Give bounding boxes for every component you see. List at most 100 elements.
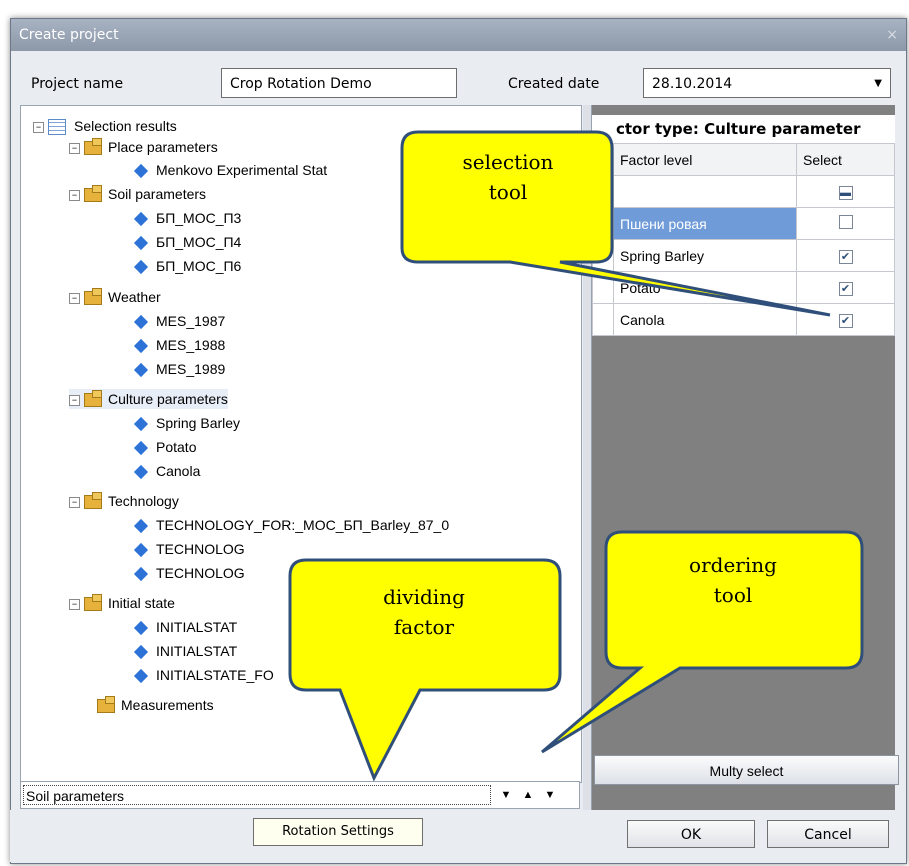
- collapse-icon[interactable]: −: [69, 496, 80, 508]
- tree-leaf[interactable]: INITIALSTAT: [133, 641, 237, 661]
- row-indicator: [592, 271, 614, 304]
- select-checkbox[interactable]: ✔: [838, 250, 853, 264]
- factor-level-cell[interactable]: Пшени ровая: [613, 207, 797, 240]
- move-up-icon[interactable]: ▲: [519, 785, 537, 805]
- collapse-icon[interactable]: −: [69, 292, 80, 304]
- table-row[interactable]: ◢ Пшени ровая: [592, 207, 895, 240]
- select-checkbox[interactable]: [838, 215, 853, 229]
- table-row[interactable]: Spring Barley ✔: [592, 239, 895, 272]
- folder-icon: [84, 594, 102, 612]
- factor-level-cell[interactable]: Spring Barley: [613, 239, 797, 272]
- select-checkbox[interactable]: ✔: [838, 282, 853, 296]
- tree-leaf[interactable]: TECHNOLOG: [133, 563, 245, 583]
- tree-leaf-label: MES_1989: [156, 361, 226, 377]
- close-icon[interactable]: ×: [886, 19, 898, 51]
- parameter-icon: [133, 567, 149, 582]
- chevron-down-icon[interactable]: ▼: [874, 69, 882, 99]
- tree-leaf-label: TECHNOLOGY_FOR:_МОС_БП_Barley_87_0: [156, 517, 450, 533]
- tree-node-measurements[interactable]: Measurements: [97, 695, 214, 715]
- tree-leaf[interactable]: Canola: [133, 461, 200, 481]
- select-checkbox[interactable]: ✔: [838, 314, 853, 328]
- tree-root-label: Selection results: [74, 118, 177, 134]
- parameter-icon: [133, 164, 149, 179]
- tree-leaf[interactable]: Spring Barley: [133, 413, 240, 433]
- tree-node-soil[interactable]: − Soil parameters: [69, 184, 206, 204]
- dividing-factor-bar: Soil parameters ▼ ▲ ▼: [20, 781, 580, 809]
- parameter-icon: [133, 236, 149, 251]
- tree-leaf-label: MES_1987: [156, 313, 226, 329]
- tree-leaf[interactable]: MES_1988: [133, 335, 225, 355]
- select-all-checkbox[interactable]: ▬: [838, 186, 853, 200]
- folder-icon: [84, 185, 102, 203]
- tree-node-technology[interactable]: − Technology: [69, 491, 179, 511]
- tree-leaf[interactable]: БП_МОС_П6: [133, 256, 241, 276]
- factor-level-cell[interactable]: Potato: [613, 271, 797, 304]
- folder-icon: [84, 390, 102, 408]
- column-header-select[interactable]: Select: [796, 143, 895, 176]
- column-header-factor-level[interactable]: Factor level: [613, 143, 797, 176]
- table-icon: [48, 119, 66, 136]
- tree-leaf[interactable]: БП_МОС_П4: [133, 232, 241, 252]
- created-date-picker[interactable]: 28.10.2014 ▼: [643, 68, 891, 98]
- project-name-input[interactable]: Crop Rotation Demo: [221, 68, 457, 98]
- tree-node-initial-state[interactable]: − Initial state: [69, 593, 175, 613]
- tree-root[interactable]: − Selection results: [33, 116, 177, 136]
- tree-leaf-label: Canola: [156, 463, 201, 479]
- select-cell[interactable]: ✔: [796, 271, 895, 304]
- selection-tree-panel: − Selection results − Place parameters Men…: [20, 105, 582, 783]
- tree-leaf-label: БП_МОС_П6: [156, 258, 242, 274]
- tree-leaf-label: Potato: [156, 439, 197, 455]
- parameter-icon: [133, 465, 149, 480]
- select-all-cell[interactable]: ▬: [796, 175, 895, 208]
- row-indicator: [592, 175, 614, 208]
- tree-node-label: Culture parameters: [108, 391, 228, 407]
- cancel-button[interactable]: Cancel: [767, 820, 889, 848]
- dialog-footer: OK Cancel: [10, 810, 905, 862]
- parameter-icon: [133, 543, 149, 558]
- tree-leaf[interactable]: INITIALSTATE_FO: [133, 665, 274, 685]
- tree-leaf[interactable]: MES_1989: [133, 359, 225, 379]
- tree-leaf-label: TECHNOLOG: [156, 565, 245, 581]
- parameter-icon: [133, 212, 149, 227]
- table-row[interactable]: Canola ✔: [592, 303, 895, 336]
- created-date-label: Created date: [508, 76, 600, 92]
- select-cell[interactable]: [796, 207, 895, 240]
- factor-panel: ctor type: Culture parameter Factor leve…: [591, 105, 895, 823]
- collapse-icon[interactable]: −: [69, 189, 80, 201]
- tree-leaf[interactable]: Menkovo Experimental Stat: [133, 160, 327, 180]
- ok-button[interactable]: OK: [627, 820, 755, 848]
- collapse-icon[interactable]: −: [69, 142, 80, 154]
- tree-node-culture[interactable]: − Culture parameters: [69, 389, 228, 409]
- tree-leaf-label: TECHNOLOG: [156, 541, 245, 557]
- tree-node-label: Initial state: [108, 595, 175, 611]
- panel-splitter[interactable]: [583, 105, 591, 823]
- tree-leaf-label: БП_МОС_П3: [156, 210, 242, 226]
- tree-node-weather[interactable]: − Weather: [69, 287, 161, 307]
- tree-leaf[interactable]: MES_1987: [133, 311, 225, 331]
- collapse-icon[interactable]: −: [69, 394, 80, 406]
- tree-leaf[interactable]: INITIALSTAT: [133, 617, 237, 637]
- select-cell[interactable]: ✔: [796, 239, 895, 272]
- dividing-factor-select[interactable]: Soil parameters: [23, 785, 491, 805]
- dropdown-icon[interactable]: ▼: [497, 785, 515, 805]
- parameter-icon: [133, 260, 149, 275]
- tree-leaf[interactable]: TECHNOLOGY_FOR:_МОС_БП_Barley_87_0: [133, 515, 449, 535]
- tree-leaf[interactable]: TECHNOLOG: [133, 539, 245, 559]
- tree-node-place[interactable]: − Place parameters: [69, 137, 218, 157]
- multy-select-button[interactable]: Multy select: [594, 755, 899, 785]
- move-down-icon[interactable]: ▼: [541, 785, 559, 805]
- select-cell[interactable]: ✔: [796, 303, 895, 336]
- row-indicator-header: [592, 143, 614, 176]
- filter-cell[interactable]: [613, 175, 797, 208]
- tree-leaf[interactable]: БП_МОС_П3: [133, 208, 241, 228]
- parameter-icon: [133, 417, 149, 432]
- collapse-icon[interactable]: −: [69, 598, 80, 610]
- parameter-icon: [133, 519, 149, 534]
- collapse-icon[interactable]: −: [33, 121, 44, 133]
- tree-leaf-label: БП_МОС_П4: [156, 234, 242, 250]
- table-row[interactable]: Potato ✔: [592, 271, 895, 304]
- factor-level-cell[interactable]: Canola: [613, 303, 797, 336]
- title-bar: Create project ×: [11, 19, 906, 51]
- tree-leaf[interactable]: Potato: [133, 437, 196, 457]
- selection-tree: − Selection results − Place parameters Men…: [21, 106, 581, 736]
